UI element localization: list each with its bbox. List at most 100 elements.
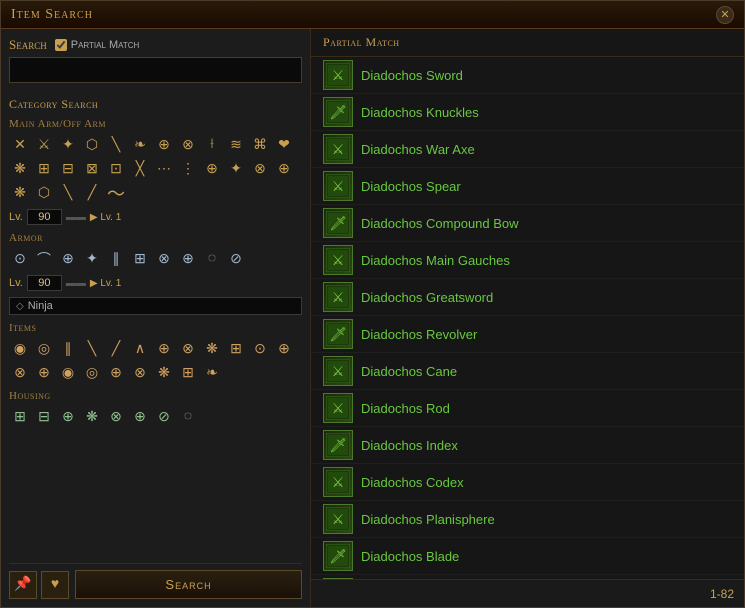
weapon-lv-input[interactable] bbox=[27, 209, 62, 225]
weapon-icon-14[interactable]: ⊞ bbox=[33, 158, 55, 180]
weapon-icon-27[interactable]: ╲ bbox=[57, 182, 79, 204]
item-result-name: Diadochos Planisphere bbox=[361, 512, 495, 527]
weapon-icon-23[interactable]: ⊗ bbox=[249, 158, 271, 180]
weapon-icon-17[interactable]: ⊡ bbox=[105, 158, 127, 180]
weapon-icon-22[interactable]: ✦ bbox=[225, 158, 247, 180]
svg-text:⚔: ⚔ bbox=[332, 69, 345, 84]
weapon-icon-19[interactable]: ⋯ bbox=[153, 158, 175, 180]
armor-icon-7[interactable]: ⊗ bbox=[153, 248, 175, 270]
housing-icon-6[interactable]: ⊕ bbox=[129, 406, 151, 428]
weapon-icon-11[interactable]: ⌘ bbox=[249, 134, 271, 156]
svg-text:⚔: ⚔ bbox=[332, 476, 345, 491]
list-item[interactable]: ⚔ Diadochos Codex bbox=[311, 464, 744, 501]
housing-icon-5[interactable]: ⊗ bbox=[105, 406, 127, 428]
item-icon-8[interactable]: ⊗ bbox=[177, 338, 199, 360]
item-icon-21[interactable]: ❧ bbox=[201, 362, 223, 384]
item-icon-16[interactable]: ◎ bbox=[81, 362, 103, 384]
item-icon-12[interactable]: ⊕ bbox=[273, 338, 295, 360]
housing-icon-3[interactable]: ⊕ bbox=[57, 406, 79, 428]
item-icon-20[interactable]: ⊞ bbox=[177, 362, 199, 384]
housing-icon-8[interactable]: ◌ bbox=[177, 406, 199, 428]
list-item[interactable]: ⚔ Diadochos Greatsword bbox=[311, 279, 744, 316]
list-item[interactable]: 🗡 Diadochos Revolver bbox=[311, 316, 744, 353]
list-item[interactable]: ⚔ Diadochos Rod bbox=[311, 390, 744, 427]
weapon-icon-4[interactable]: ⬡ bbox=[81, 134, 103, 156]
weapon-icon-7[interactable]: ⊕ bbox=[153, 134, 175, 156]
item-icon-2[interactable]: ◎ bbox=[33, 338, 55, 360]
item-result-icon: 🗡 bbox=[323, 541, 353, 571]
item-icon-15[interactable]: ◉ bbox=[57, 362, 79, 384]
item-icon-10[interactable]: ⊞ bbox=[225, 338, 247, 360]
lv-label-2: Lv. bbox=[9, 277, 23, 289]
housing-icon-7[interactable]: ⊘ bbox=[153, 406, 175, 428]
search-button[interactable]: Search bbox=[75, 570, 302, 599]
armor-icon-4[interactable]: ✦ bbox=[81, 248, 103, 270]
item-icon-5[interactable]: ╱ bbox=[105, 338, 127, 360]
armor-icon-6[interactable]: ⊞ bbox=[129, 248, 151, 270]
weapon-icon-16[interactable]: ⊠ bbox=[81, 158, 103, 180]
list-item[interactable]: ⚔ Diadochos Spear bbox=[311, 168, 744, 205]
list-item[interactable]: 🗡 Diadochos Compound Bow bbox=[311, 205, 744, 242]
item-icon-9[interactable]: ❋ bbox=[201, 338, 223, 360]
weapon-icon-28[interactable]: ╱ bbox=[81, 182, 103, 204]
weapon-icon-24[interactable]: ⊕ bbox=[273, 158, 295, 180]
list-item[interactable]: ⚔ Diadochos War Axe bbox=[311, 131, 744, 168]
weapon-icon-5[interactable]: ╲ bbox=[105, 134, 127, 156]
weapon-icon-6[interactable]: ❧ bbox=[129, 134, 151, 156]
weapon-icon-26[interactable]: ⬡ bbox=[33, 182, 55, 204]
item-icon-19[interactable]: ❋ bbox=[153, 362, 175, 384]
weapon-icon-10[interactable]: ≋ bbox=[225, 134, 247, 156]
weapon-icon-2[interactable]: ⚔ bbox=[33, 134, 55, 156]
list-item[interactable]: ⚔ Diadochos Cane bbox=[311, 353, 744, 390]
weapon-icon-21[interactable]: ⊕ bbox=[201, 158, 223, 180]
item-icon-13[interactable]: ⊗ bbox=[9, 362, 31, 384]
item-icon-7[interactable]: ⊕ bbox=[153, 338, 175, 360]
housing-icon-4[interactable]: ❋ bbox=[81, 406, 103, 428]
armor-icon-3[interactable]: ⊕ bbox=[57, 248, 79, 270]
list-item[interactable]: 🗡 Diadochos Knuckles bbox=[311, 94, 744, 131]
weapon-icon-25[interactable]: ❋ bbox=[9, 182, 31, 204]
weapon-icon-8[interactable]: ⊗ bbox=[177, 134, 199, 156]
weapon-icon-18[interactable]: ╳ bbox=[129, 158, 151, 180]
weapon-icon-15[interactable]: ⊟ bbox=[57, 158, 79, 180]
svg-text:⚔: ⚔ bbox=[332, 180, 345, 195]
weapon-icon-special[interactable]: 〜 bbox=[105, 182, 127, 204]
housing-icon-1[interactable]: ⊞ bbox=[9, 406, 31, 428]
search-heading: Search bbox=[9, 37, 47, 53]
armor-icon-5[interactable]: ∥ bbox=[105, 248, 127, 270]
housing-icon-2[interactable]: ⊟ bbox=[33, 406, 55, 428]
armor-lv-input[interactable] bbox=[27, 275, 62, 291]
list-item[interactable]: ⚔ Diadochos Main Gauches bbox=[311, 242, 744, 279]
armor-icon-8[interactable]: ⊕ bbox=[177, 248, 199, 270]
favorite-button[interactable]: ♥ bbox=[41, 571, 69, 599]
weapon-icon-3[interactable]: ✦ bbox=[57, 134, 79, 156]
search-input[interactable]: diadochos bbox=[9, 57, 302, 83]
item-icon-1[interactable]: ◉ bbox=[9, 338, 31, 360]
item-icon-18[interactable]: ⊗ bbox=[129, 362, 151, 384]
pin-button[interactable]: 📌 bbox=[9, 571, 37, 599]
list-item[interactable]: ⚔ Diadochos Sword bbox=[311, 57, 744, 94]
armor-icon-10[interactable]: ⊘ bbox=[225, 248, 247, 270]
weapon-icon-12[interactable]: ❤ bbox=[273, 134, 295, 156]
partial-match-checkbox[interactable] bbox=[55, 39, 67, 51]
weapon-icon-20[interactable]: ⋮ bbox=[177, 158, 199, 180]
item-icon-11[interactable]: ⊙ bbox=[249, 338, 271, 360]
item-icon-17[interactable]: ⊕ bbox=[105, 362, 127, 384]
svg-text:⚔: ⚔ bbox=[332, 254, 345, 269]
list-item[interactable]: 🗡 Diadochos Index bbox=[311, 427, 744, 464]
list-item[interactable]: 🗡 Diadochos Blade bbox=[311, 538, 744, 575]
item-result-name: Diadochos Cane bbox=[361, 364, 457, 379]
list-item[interactable]: ⚔ Diadochos Planisphere bbox=[311, 501, 744, 538]
close-button[interactable]: ✕ bbox=[716, 6, 734, 24]
item-icon-6[interactable]: ∧ bbox=[129, 338, 151, 360]
armor-icon-1[interactable]: ⊙ bbox=[9, 248, 31, 270]
job-filter[interactable]: ◇ Ninja bbox=[9, 297, 302, 315]
weapon-icon-13[interactable]: ❋ bbox=[9, 158, 31, 180]
item-icon-3[interactable]: ∥ bbox=[57, 338, 79, 360]
weapon-icon-9[interactable]: ⟊ bbox=[201, 134, 223, 156]
item-icon-4[interactable]: ╲ bbox=[81, 338, 103, 360]
item-icon-14[interactable]: ⊕ bbox=[33, 362, 55, 384]
armor-icon-2[interactable]: ⌒ bbox=[33, 248, 55, 270]
armor-icon-9[interactable]: ◌ bbox=[201, 248, 223, 270]
weapon-icon-1[interactable]: ✕ bbox=[9, 134, 31, 156]
